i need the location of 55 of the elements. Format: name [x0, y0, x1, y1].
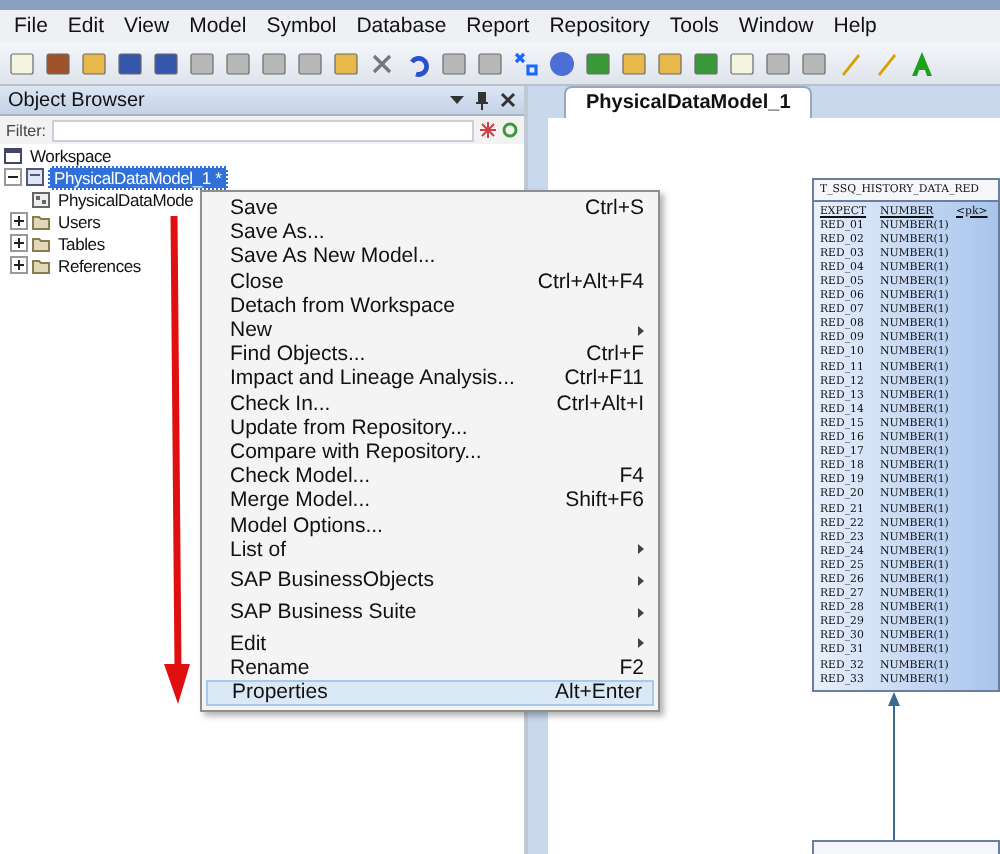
expand-toggle[interactable]: [10, 212, 28, 230]
menu-item[interactable]: Check Model... F4: [206, 464, 654, 489]
menu-item[interactable]: Update from Repository...: [206, 415, 654, 440]
menu-item[interactable]: Rename F2: [206, 655, 654, 681]
new-document-icon[interactable]: [8, 49, 36, 77]
asterisk-icon[interactable]: [480, 122, 496, 138]
document-tab[interactable]: PhysicalDataModel_1: [564, 86, 813, 118]
menu-item[interactable]: Save As...: [206, 220, 654, 245]
menu-item[interactable]: Merge Model... Shift+F6: [206, 488, 654, 513]
menu-item[interactable]: Repository: [539, 14, 660, 38]
tree-item[interactable]: PhysicalDataMode: [54, 189, 198, 209]
diagram-icon: [32, 191, 50, 207]
table-entity[interactable]: [812, 178, 1000, 693]
tree-item[interactable]: References: [54, 255, 145, 275]
menu-item[interactable]: View: [114, 14, 180, 38]
menu-item[interactable]: Check In... Ctrl+Alt+I: [206, 391, 654, 416]
expand-toggle[interactable]: [10, 234, 28, 252]
menu-item[interactable]: File: [4, 14, 58, 38]
menu-item[interactable]: Report: [456, 14, 540, 38]
menu-item[interactable]: Model Options...: [206, 512, 654, 538]
panel-title: Object Browser: [8, 89, 145, 111]
menu-item[interactable]: Close Ctrl+Alt+F4: [206, 269, 654, 294]
collapse-toggle[interactable]: [4, 168, 22, 186]
tree-item[interactable]: Workspace: [26, 145, 116, 165]
menu-item[interactable]: Impact and Lineage Analysis... Ctrl+F11: [206, 366, 654, 391]
menu-item[interactable]: Window: [728, 14, 824, 38]
menu-item[interactable]: Tools: [659, 14, 729, 38]
menu-item[interactable]: Database: [346, 14, 457, 38]
delete-icon[interactable]: [368, 49, 396, 77]
menu-item[interactable]: New: [206, 317, 654, 343]
menu-item[interactable]: Model: [179, 14, 257, 38]
menu-item[interactable]: Detach from Workspace: [206, 293, 654, 318]
menu-item[interactable]: SAP BusinessObjects: [206, 568, 654, 593]
filter-label: Filter:: [6, 121, 46, 139]
menu-item[interactable]: List of: [206, 537, 654, 562]
model-icon: [26, 168, 44, 186]
menu-item[interactable]: Edit: [206, 631, 654, 656]
menu-item[interactable]: Save Ctrl+S: [206, 196, 654, 221]
letter-a-icon[interactable]: [908, 49, 936, 77]
menu-item[interactable]: Save As New Model...: [206, 244, 654, 270]
menu-item[interactable]: Symbol: [256, 14, 347, 38]
dropdown-icon[interactable]: [450, 94, 464, 106]
close-icon[interactable]: [500, 92, 516, 108]
expand-toggle[interactable]: [10, 256, 28, 274]
tree-item[interactable]: Users: [54, 211, 105, 231]
menu-item[interactable]: Compare with Repository...: [206, 439, 654, 465]
tree-item[interactable]: Tables: [54, 233, 109, 253]
tree-item[interactable]: PhysicalDataModel_1 *: [48, 165, 228, 189]
menu-item[interactable]: Properties Alt+Enter: [206, 680, 654, 706]
pin-icon[interactable]: [476, 91, 488, 109]
menu-item[interactable]: Edit: [57, 14, 115, 38]
filter-field[interactable]: [52, 119, 474, 141]
menu-item[interactable]: Help: [823, 14, 887, 38]
menu-item[interactable]: SAP Business Suite: [206, 600, 654, 625]
menu-item[interactable]: Find Objects... Ctrl+F: [206, 342, 654, 367]
